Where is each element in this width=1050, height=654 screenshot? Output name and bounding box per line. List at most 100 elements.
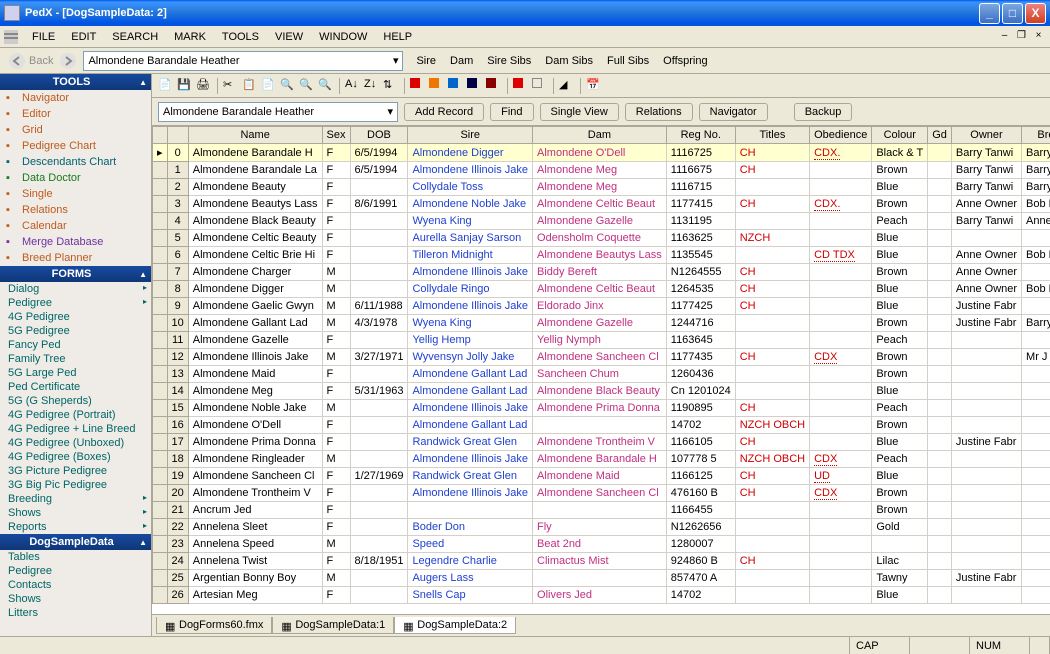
find-button[interactable]: Find	[490, 103, 533, 121]
form-5g--g-sheperds-[interactable]: 5G (G Sheperds)	[0, 394, 151, 408]
sort-asc-icon[interactable]: A↓	[345, 78, 361, 94]
table-row[interactable]: 1Almondene Barandale LaF6/5/1994Almonden…	[153, 162, 1050, 179]
column-header[interactable]: Name	[188, 127, 322, 144]
form-4g-pedigree--unboxed-[interactable]: 4G Pedigree (Unboxed)	[0, 436, 151, 450]
data-header[interactable]: DogSampleData▲	[0, 534, 151, 550]
forward-button[interactable]	[59, 52, 77, 70]
tool-single[interactable]: ▪Single	[0, 186, 151, 202]
table-row[interactable]: 5Almondene Celtic BeautyFAurella Sanjay …	[153, 230, 1050, 247]
table-row[interactable]: 4Almondene Black BeautyFWyena KingAlmond…	[153, 213, 1050, 230]
table-row[interactable]: 12Almondene Illinois JakeM3/27/1971Wyven…	[153, 349, 1050, 366]
column-header[interactable]: Gd	[928, 127, 952, 144]
tool-breed-planner[interactable]: ▪Breed Planner	[0, 250, 151, 266]
record-combo[interactable]: Almondene Barandale Heather ▾	[158, 102, 398, 122]
form-pedigree[interactable]: Pedigree▸	[0, 296, 151, 310]
data-litters[interactable]: Litters	[0, 606, 151, 620]
form-5g-large-ped[interactable]: 5G Large Ped	[0, 366, 151, 380]
chart-icon[interactable]: ◢	[559, 78, 575, 94]
menu-search[interactable]: SEARCH	[104, 29, 166, 45]
find-icon[interactable]: 🔍	[280, 78, 296, 94]
data-contacts[interactable]: Contacts	[0, 578, 151, 592]
form-4g-pedigree---line-breed[interactable]: 4G Pedigree + Line Breed	[0, 422, 151, 436]
column-header[interactable]: Breeder	[1022, 127, 1050, 144]
nav-dam-sibs[interactable]: Dam Sibs	[538, 52, 600, 70]
tool-descendants-chart[interactable]: ▪Descendants Chart	[0, 154, 151, 170]
data-tables[interactable]: Tables	[0, 550, 151, 564]
tool-calendar[interactable]: ▪Calendar	[0, 218, 151, 234]
form-breeding[interactable]: Breeding▸	[0, 492, 151, 506]
back-button[interactable]: Back	[8, 52, 53, 70]
copy-icon[interactable]: 📋	[242, 78, 258, 94]
table-row[interactable]: 22Annelena SleetFBoder DonFlyN1262656Gol…	[153, 519, 1050, 536]
sort-desc-icon[interactable]: Z↓	[364, 78, 380, 94]
table-row[interactable]: 6Almondene Celtic Brie HiFTilleron Midni…	[153, 247, 1050, 264]
paste-icon[interactable]: 📄	[261, 78, 277, 94]
flag-blue-icon[interactable]	[448, 78, 464, 94]
calendar-icon[interactable]: 📅	[586, 78, 602, 94]
sort-custom-icon[interactable]: ⇅	[383, 78, 399, 94]
table-row[interactable]: 15Almondene Noble JakeMAlmondene Illinoi…	[153, 400, 1050, 417]
tool-data-doctor[interactable]: ▪Data Doctor	[0, 170, 151, 186]
menu-edit[interactable]: EDIT	[63, 29, 104, 45]
navigation-combo[interactable]: Almondene Barandale Heather ▾	[83, 51, 403, 71]
menu-file[interactable]: FILE	[24, 29, 63, 45]
minimize-button[interactable]: _	[979, 3, 1000, 24]
nav-dam[interactable]: Dam	[443, 52, 480, 70]
flag-navy-icon[interactable]	[467, 78, 483, 94]
column-header[interactable]: Sex	[322, 127, 350, 144]
tools-header[interactable]: TOOLS▲	[0, 74, 151, 90]
doc-minimize-button[interactable]: –	[997, 30, 1012, 43]
save-icon[interactable]: 💾	[177, 78, 193, 94]
table-row[interactable]: 18Almondene RingleaderMAlmondene Illinoi…	[153, 451, 1050, 468]
form-fancy-ped[interactable]: Fancy Ped	[0, 338, 151, 352]
column-header[interactable]: Owner	[951, 127, 1021, 144]
worksheet-tab[interactable]: ▦DogSampleData:1	[272, 617, 394, 634]
worksheet-tab[interactable]: ▦DogSampleData:2	[394, 617, 516, 634]
column-header[interactable]: Colour	[872, 127, 928, 144]
flag-maroon-icon[interactable]	[486, 78, 502, 94]
menu-help[interactable]: HELP	[375, 29, 420, 45]
print-icon[interactable]: 🖨	[196, 78, 212, 94]
table-row[interactable]: 16Almondene O'DellFAlmondene Gallant Lad…	[153, 417, 1050, 434]
find-next-icon[interactable]: 🔍	[299, 78, 315, 94]
nav-sire-sibs[interactable]: Sire Sibs	[480, 52, 538, 70]
table-row[interactable]: 17Almondene Prima DonnaFRandwick Great G…	[153, 434, 1050, 451]
data-shows[interactable]: Shows	[0, 592, 151, 606]
column-header[interactable]: Reg No.	[666, 127, 735, 144]
find-prev-icon[interactable]: 🔍	[318, 78, 334, 94]
form-3g-picture-pedigree[interactable]: 3G Picture Pedigree	[0, 464, 151, 478]
table-row[interactable]: 10Almondene Gallant LadM4/3/1978Wyena Ki…	[153, 315, 1050, 332]
form-dialog[interactable]: Dialog▸	[0, 282, 151, 296]
data-pedigree[interactable]: Pedigree	[0, 564, 151, 578]
table-row[interactable]: 8Almondene DiggerMCollydale RingoAlmonde…	[153, 281, 1050, 298]
nav-offspring[interactable]: Offspring	[656, 52, 714, 70]
tool-pedigree-chart[interactable]: ▪Pedigree Chart	[0, 138, 151, 154]
table-row[interactable]: 11Almondene GazelleFYellig HempYellig Ny…	[153, 332, 1050, 349]
column-header[interactable]: Sire	[408, 127, 533, 144]
flag-orange-icon[interactable]	[429, 78, 445, 94]
close-button[interactable]: X	[1025, 3, 1046, 24]
mark-red-icon[interactable]	[513, 78, 529, 94]
table-row[interactable]: 3Almondene Beautys LassF8/6/1991Almonden…	[153, 196, 1050, 213]
column-header[interactable]: Obedience	[810, 127, 872, 144]
data-grid[interactable]: NameSexDOBSireDamReg No.TitlesObedienceC…	[152, 126, 1050, 614]
navigator-button[interactable]: Navigator	[699, 103, 768, 121]
table-row[interactable]: 9Almondene Gaelic GwynM6/11/1988Almonden…	[153, 298, 1050, 315]
nav-sire[interactable]: Sire	[409, 52, 443, 70]
form-family-tree[interactable]: Family Tree	[0, 352, 151, 366]
form-4g-pedigree--portrait-[interactable]: 4G Pedigree (Portrait)	[0, 408, 151, 422]
table-row[interactable]: 7Almondene ChargerMAlmondene Illinois Ja…	[153, 264, 1050, 281]
menu-mark[interactable]: MARK	[166, 29, 214, 45]
tool-navigator[interactable]: ▪Navigator	[0, 90, 151, 106]
table-row[interactable]: 26Artesian MegFSnells CapOlivers Jed1470…	[153, 587, 1050, 604]
menu-view[interactable]: VIEW	[267, 29, 311, 45]
tool-editor[interactable]: ▪Editor	[0, 106, 151, 122]
flag-red-icon[interactable]	[410, 78, 426, 94]
form-ped-certificate[interactable]: Ped Certificate	[0, 380, 151, 394]
new-icon[interactable]: 📄	[158, 78, 174, 94]
worksheet-tab[interactable]: ▦DogForms60.fmx	[156, 617, 272, 634]
table-row[interactable]: 20Almondene Trontheim VFAlmondene Illino…	[153, 485, 1050, 502]
tool-grid[interactable]: ▪Grid	[0, 122, 151, 138]
table-row[interactable]: 24Annelena TwistF8/18/1951Legendre Charl…	[153, 553, 1050, 570]
cut-icon[interactable]: ✂	[223, 78, 239, 94]
